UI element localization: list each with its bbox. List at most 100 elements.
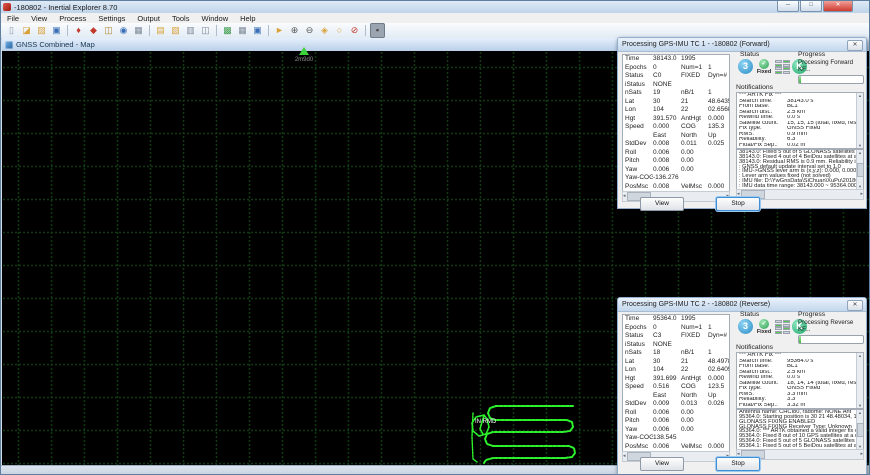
stats-row: Lat302148.6435 (623, 98, 729, 107)
stats-row: Pitch0.0080.00 (623, 157, 729, 166)
search-icon[interactable]: ◉ (117, 24, 130, 37)
menu-settings[interactable]: Settings (92, 14, 131, 23)
data-table-icon[interactable]: ▦ (236, 24, 249, 37)
view-button[interactable]: View (640, 457, 684, 471)
map-checker-icon[interactable]: ▩ (221, 24, 234, 37)
stats-row: Yaw0.0060.00 (623, 426, 729, 435)
menu-process[interactable]: Process (53, 14, 92, 23)
grid-view-icon[interactable]: ▦ (132, 24, 145, 37)
stats-row: StatusC0FIXEDDyn=# (623, 72, 729, 81)
notification-value: 3.32 m (787, 403, 863, 409)
stats-row: StdDev0.0090.0130.026 (623, 400, 729, 409)
close-button[interactable]: ✕ (823, 1, 853, 12)
log-vscrollbar[interactable]: ▴▾ (856, 150, 863, 189)
stats-cell: 38143.0 (653, 55, 681, 64)
multi-plot-icon[interactable]: ◫ (199, 24, 212, 37)
stats-cell: NONE (653, 341, 681, 350)
view-button[interactable]: View (640, 197, 684, 211)
stats-cell (708, 434, 729, 443)
select-pointer-icon[interactable]: ► (273, 24, 286, 37)
stop-button[interactable]: Stop (716, 457, 760, 471)
measure-tool-icon[interactable]: ▥ (184, 24, 197, 37)
map-image-icon[interactable]: ▧ (169, 24, 182, 37)
stats-cell: 1995 (681, 55, 708, 64)
zoom-extents-icon[interactable]: ◈ (318, 24, 331, 37)
toolbar-separator (67, 25, 68, 36)
stats-cell: VelMsc (681, 443, 708, 452)
stats-row: nSats18nB/11 (623, 349, 729, 358)
scroll-right-icon[interactable]: ▸ (860, 452, 863, 457)
save-project-icon[interactable]: ▣ (50, 24, 63, 37)
zoom-in-icon[interactable]: ⊕ (288, 24, 301, 37)
window-title: -180802 - Inertial Explorer 8.70 (14, 3, 117, 12)
trajectory-label: IN RMD (475, 419, 496, 425)
stats-cell: 0.00 (681, 157, 708, 166)
epoch-stats-table: Time38143.01995Epochs0Num=11StatusC0FIXE… (622, 54, 730, 192)
stats-cell: Pitch (623, 157, 653, 166)
stats-row: iStatusNONE (623, 81, 729, 90)
stats-cell: 0.006 (653, 443, 681, 452)
open-folder-icon[interactable]: ◪ (20, 24, 33, 37)
save-all-icon[interactable]: ▣ (251, 24, 264, 37)
process-gnss-icon[interactable]: ♦ (72, 24, 85, 37)
fixed-check-icon: ✓ (759, 319, 769, 329)
stop-button[interactable]: Stop (716, 197, 760, 211)
plot-window-icon[interactable]: ▤ (154, 24, 167, 37)
stats-cell: nSats (623, 89, 653, 98)
dialog-close-icon[interactable]: ✕ (847, 40, 863, 51)
stats-cell: 391.699 (653, 375, 681, 384)
stats-row: Hgt391.699AntHgt0.000 (623, 375, 729, 384)
export-wizard-icon[interactable]: ◫ (102, 24, 115, 37)
menu-window[interactable]: Window (195, 14, 234, 23)
menu-tools[interactable]: Tools (166, 14, 196, 23)
dialog-titlebar[interactable]: Processing GPS-IMU TC 2 - -180802 (Rever… (618, 298, 866, 312)
stats-cell: 1 (708, 324, 729, 333)
stats-row: PosMsc0.006VelMsc0.000 (623, 443, 729, 452)
stats-cell: 123.5 (708, 383, 729, 392)
stats-cell: 1995 (681, 315, 708, 324)
stats-row: Lat302148.4978 (623, 358, 729, 367)
menu-view[interactable]: View (25, 14, 53, 23)
dialog-titlebar[interactable]: Processing GPS-IMU TC 1 - -180802 (Forwa… (618, 38, 866, 52)
maximize-button[interactable]: □ (800, 1, 822, 12)
log-vscrollbar[interactable]: ▴▾ (856, 410, 863, 449)
stats-cell: Yaw-COG (623, 174, 653, 183)
stats-cell: 0.008 (653, 140, 681, 149)
menu-file[interactable]: File (1, 14, 25, 23)
minimize-button[interactable]: ─ (777, 1, 799, 12)
title-bar[interactable]: -180802 - Inertial Explorer 8.70 (1, 1, 870, 13)
stats-cell: 0.008 (653, 183, 681, 192)
stop-processing-icon[interactable]: ⊘ (348, 24, 361, 37)
zoom-out-icon[interactable]: ⊖ (303, 24, 316, 37)
scroll-right-icon[interactable]: ▸ (860, 192, 863, 197)
stats-cell: Hgt (623, 115, 653, 124)
status-icons: 3 ✓ Fixed K (738, 319, 807, 335)
status-icons: 3 ✓ Fixed K (738, 59, 807, 75)
fixed-check-icon: ✓ (759, 59, 769, 69)
stats-cell (681, 81, 708, 90)
dialog-close-icon[interactable]: ✕ (847, 300, 863, 311)
stats-cell: 0.000 (708, 375, 729, 384)
stats-cell (681, 341, 708, 350)
stats-cell: 0.00 (681, 417, 708, 426)
menu-output[interactable]: Output (131, 14, 166, 23)
notifications-vscrollbar[interactable]: ▴▾ (856, 353, 863, 408)
menu-help[interactable]: Help (234, 14, 261, 23)
toolbar-separator (268, 25, 269, 36)
base-station-marker[interactable] (299, 47, 309, 55)
scroll-left-icon[interactable]: ◂ (623, 194, 626, 199)
map-window-icon (5, 41, 13, 49)
progress-fill (799, 76, 801, 83)
panel-toggle-icon[interactable]: ▪ (370, 23, 385, 38)
notifications-list: ▴▾ *** ARTK Fix ***Search time:95364.0 s… (736, 352, 864, 409)
notification-label: Float/Fix Sep.: (737, 143, 787, 149)
stats-cell: Lat (623, 98, 653, 107)
add-file-icon[interactable]: ▨ (35, 24, 48, 37)
notifications-vscrollbar[interactable]: ▴▾ (856, 93, 863, 148)
stats-row: Roll0.0060.00 (623, 149, 729, 158)
new-project-icon[interactable]: ▯ (5, 24, 18, 37)
scroll-left-icon[interactable]: ◂ (623, 454, 626, 459)
highlight-lamp-icon[interactable]: ○ (333, 24, 346, 37)
process-gnss-ins-icon[interactable]: ◆ (87, 24, 100, 37)
stats-row: Lon1042202.6568 (623, 106, 729, 115)
